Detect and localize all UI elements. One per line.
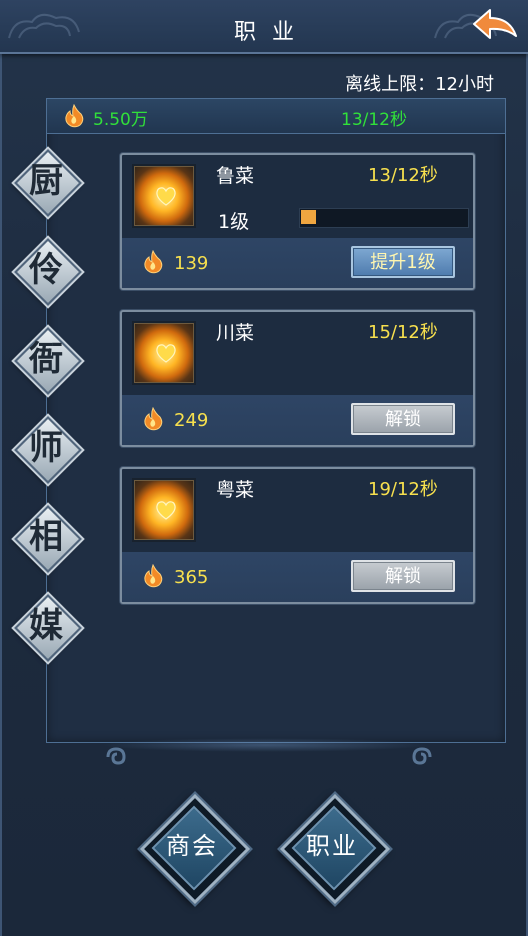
card-action-row: 139 提升1级 [122,238,473,288]
header-bar: 职业 [0,0,528,54]
cuisine-cost: 139 [174,253,209,274]
cuisine-name: 鲁菜 [216,165,255,187]
cuisine-card-lu: 鲁菜 13/12秒 1级 139 提升1级 [120,153,475,290]
side-tab-label: 相 [29,517,63,557]
income-summary-bar: 5.50万 13/12秒 [47,99,505,134]
heart-flame-icon [156,187,176,206]
page-title: 职业 [233,20,310,45]
card-info: 川菜 15/12秒 [122,312,473,395]
cuisine-rate: 15/12秒 [368,322,438,343]
level-up-button[interactable]: 提升1级 [351,246,455,278]
scroll-ornament-icon [106,747,126,765]
unlock-button[interactable]: 解锁 [351,560,455,592]
cuisine-icon-frame [132,478,196,542]
side-tab-label: 师 [29,428,63,468]
cuisine-cost: 365 [174,567,209,588]
unlock-button[interactable]: 解锁 [351,403,455,435]
nav-button-profession[interactable]: 职业 [279,793,391,905]
cuisine-rate: 19/12秒 [368,479,438,500]
back-arrow-icon[interactable] [470,6,520,46]
cuisine-card-chuan: 川菜 15/12秒 249 解锁 [120,310,475,447]
card-info: 鲁菜 13/12秒 1级 [122,155,473,238]
cuisine-icon-frame [132,321,196,385]
side-tab-matchmaker[interactable]: 媒 [13,593,82,662]
offline-limit-text: 离线上限：12小时 [345,74,494,95]
side-tab-label: 厨 [29,161,63,201]
card-info: 粤菜 19/12秒 [122,469,473,552]
heart-flame-icon [156,344,176,363]
total-rate: 13/12秒 [341,110,407,130]
cuisine-name: 粤菜 [216,479,255,501]
cuisine-name: 川菜 [216,322,255,344]
fire-icon [144,564,163,588]
cuisine-level: 1级 [218,211,250,233]
nav-label: 商会 [166,832,218,860]
side-tab-label: 衙 [29,339,63,379]
card-action-row: 249 解锁 [122,395,473,445]
cuisine-icon-frame [132,164,196,228]
side-tab-chef[interactable]: 厨 [13,148,82,217]
card-action-row: 365 解锁 [122,552,473,602]
scroll-ornament-icon [412,747,432,765]
heart-flame-icon [156,501,176,520]
side-tab-yamen[interactable]: 衙 [13,326,82,395]
level-progress-bar [299,208,469,228]
side-tab-label: 伶 [29,250,63,290]
fire-icon [144,407,163,431]
cuisine-rate: 13/12秒 [368,165,438,186]
side-tab-performer[interactable]: 伶 [13,237,82,306]
nav-button-chamber-of-commerce[interactable]: 商会 [139,793,251,905]
total-money: 5.50万 [93,110,148,130]
cuisine-card-yue: 粤菜 19/12秒 365 解锁 [120,467,475,604]
side-tab-minister[interactable]: 相 [13,504,82,573]
fire-icon [65,104,84,128]
side-tab-teacher[interactable]: 师 [13,415,82,484]
panel-bottom-glow [100,738,430,752]
level-progress-fill [301,210,316,224]
fire-icon [144,250,163,274]
side-tab-label: 媒 [29,606,63,646]
cuisine-cost: 249 [174,410,209,431]
nav-label: 职业 [306,832,358,860]
